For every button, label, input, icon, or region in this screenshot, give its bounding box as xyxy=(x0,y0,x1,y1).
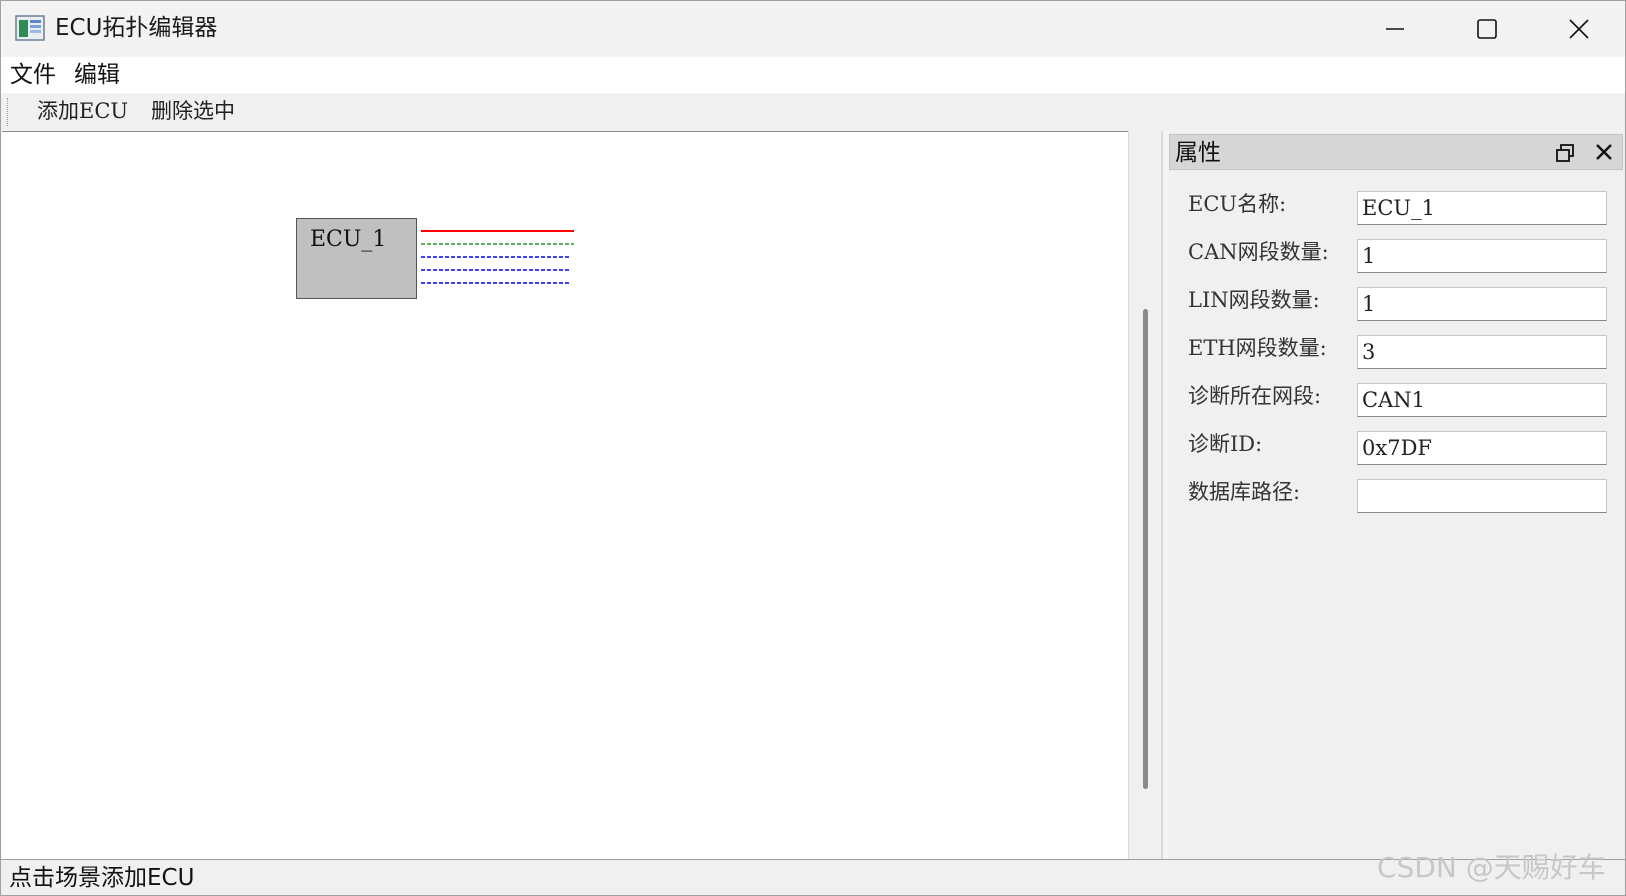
ecu-name-label: ECU名称: xyxy=(1188,192,1287,216)
toolbar: 添加ECU 删除选中 xyxy=(1,94,1625,130)
eth-count-label: ETH网段数量: xyxy=(1188,336,1327,360)
lin-count-label: LIN网段数量: xyxy=(1188,288,1320,312)
ecu-name-field[interactable] xyxy=(1357,191,1607,225)
can-count-field[interactable] xyxy=(1357,239,1607,273)
can-count-label: CAN网段数量: xyxy=(1188,240,1329,264)
database-path-field[interactable] xyxy=(1357,479,1607,513)
maximize-icon xyxy=(1477,19,1497,39)
properties-dock: 属性 ECU名称: CAN网段数量: LIN网段数量: ETH网段数量: 诊断所… xyxy=(1169,131,1625,859)
scene-canvas[interactable]: ECU_1 xyxy=(2,131,1128,859)
app-window: ECU拓扑编辑器 文件 编辑 添加ECU 删除选中 ECU_1 属性 ECU名称… xyxy=(0,0,1626,896)
minimize-button[interactable] xyxy=(1349,1,1441,57)
diag-segment-label: 诊断所在网段: xyxy=(1188,384,1322,408)
menu-file[interactable]: 文件 xyxy=(10,61,56,89)
lin-count-field[interactable] xyxy=(1357,287,1607,321)
segment-lines xyxy=(421,230,574,284)
status-text: 点击场景添加ECU xyxy=(9,865,195,891)
scrollbar-thumb[interactable] xyxy=(1143,309,1148,789)
float-dock-icon[interactable] xyxy=(1555,143,1575,163)
properties-title: 属性 xyxy=(1175,140,1221,166)
eth-count-field[interactable] xyxy=(1357,335,1607,369)
toolbar-grip[interactable] xyxy=(7,98,10,126)
close-dock-icon[interactable] xyxy=(1594,142,1614,162)
close-window-button[interactable] xyxy=(1533,1,1625,57)
menu-edit[interactable]: 编辑 xyxy=(74,61,120,89)
database-path-label: 数据库路径: xyxy=(1188,480,1301,504)
close-icon xyxy=(1569,19,1589,39)
minimize-icon xyxy=(1386,28,1404,30)
app-icon xyxy=(15,15,45,41)
maximize-button[interactable] xyxy=(1441,1,1533,57)
menu-bar: 文件 编辑 xyxy=(1,57,1625,93)
properties-dock-header[interactable]: 属性 xyxy=(1169,134,1623,170)
dock-splitter[interactable] xyxy=(1161,131,1163,859)
window-title: ECU拓扑编辑器 xyxy=(55,15,218,41)
diag-id-field[interactable] xyxy=(1357,431,1607,465)
diag-segment-field[interactable] xyxy=(1357,383,1607,417)
diag-id-label: 诊断ID: xyxy=(1188,432,1263,456)
canvas-vertical-scrollbar[interactable] xyxy=(1128,131,1161,859)
title-bar[interactable]: ECU拓扑编辑器 xyxy=(1,1,1625,57)
delete-selected-button[interactable]: 删除选中 xyxy=(151,97,235,125)
add-ecu-button[interactable]: 添加ECU xyxy=(37,97,128,125)
watermark: CSDN @天赐好车 xyxy=(1377,851,1606,884)
